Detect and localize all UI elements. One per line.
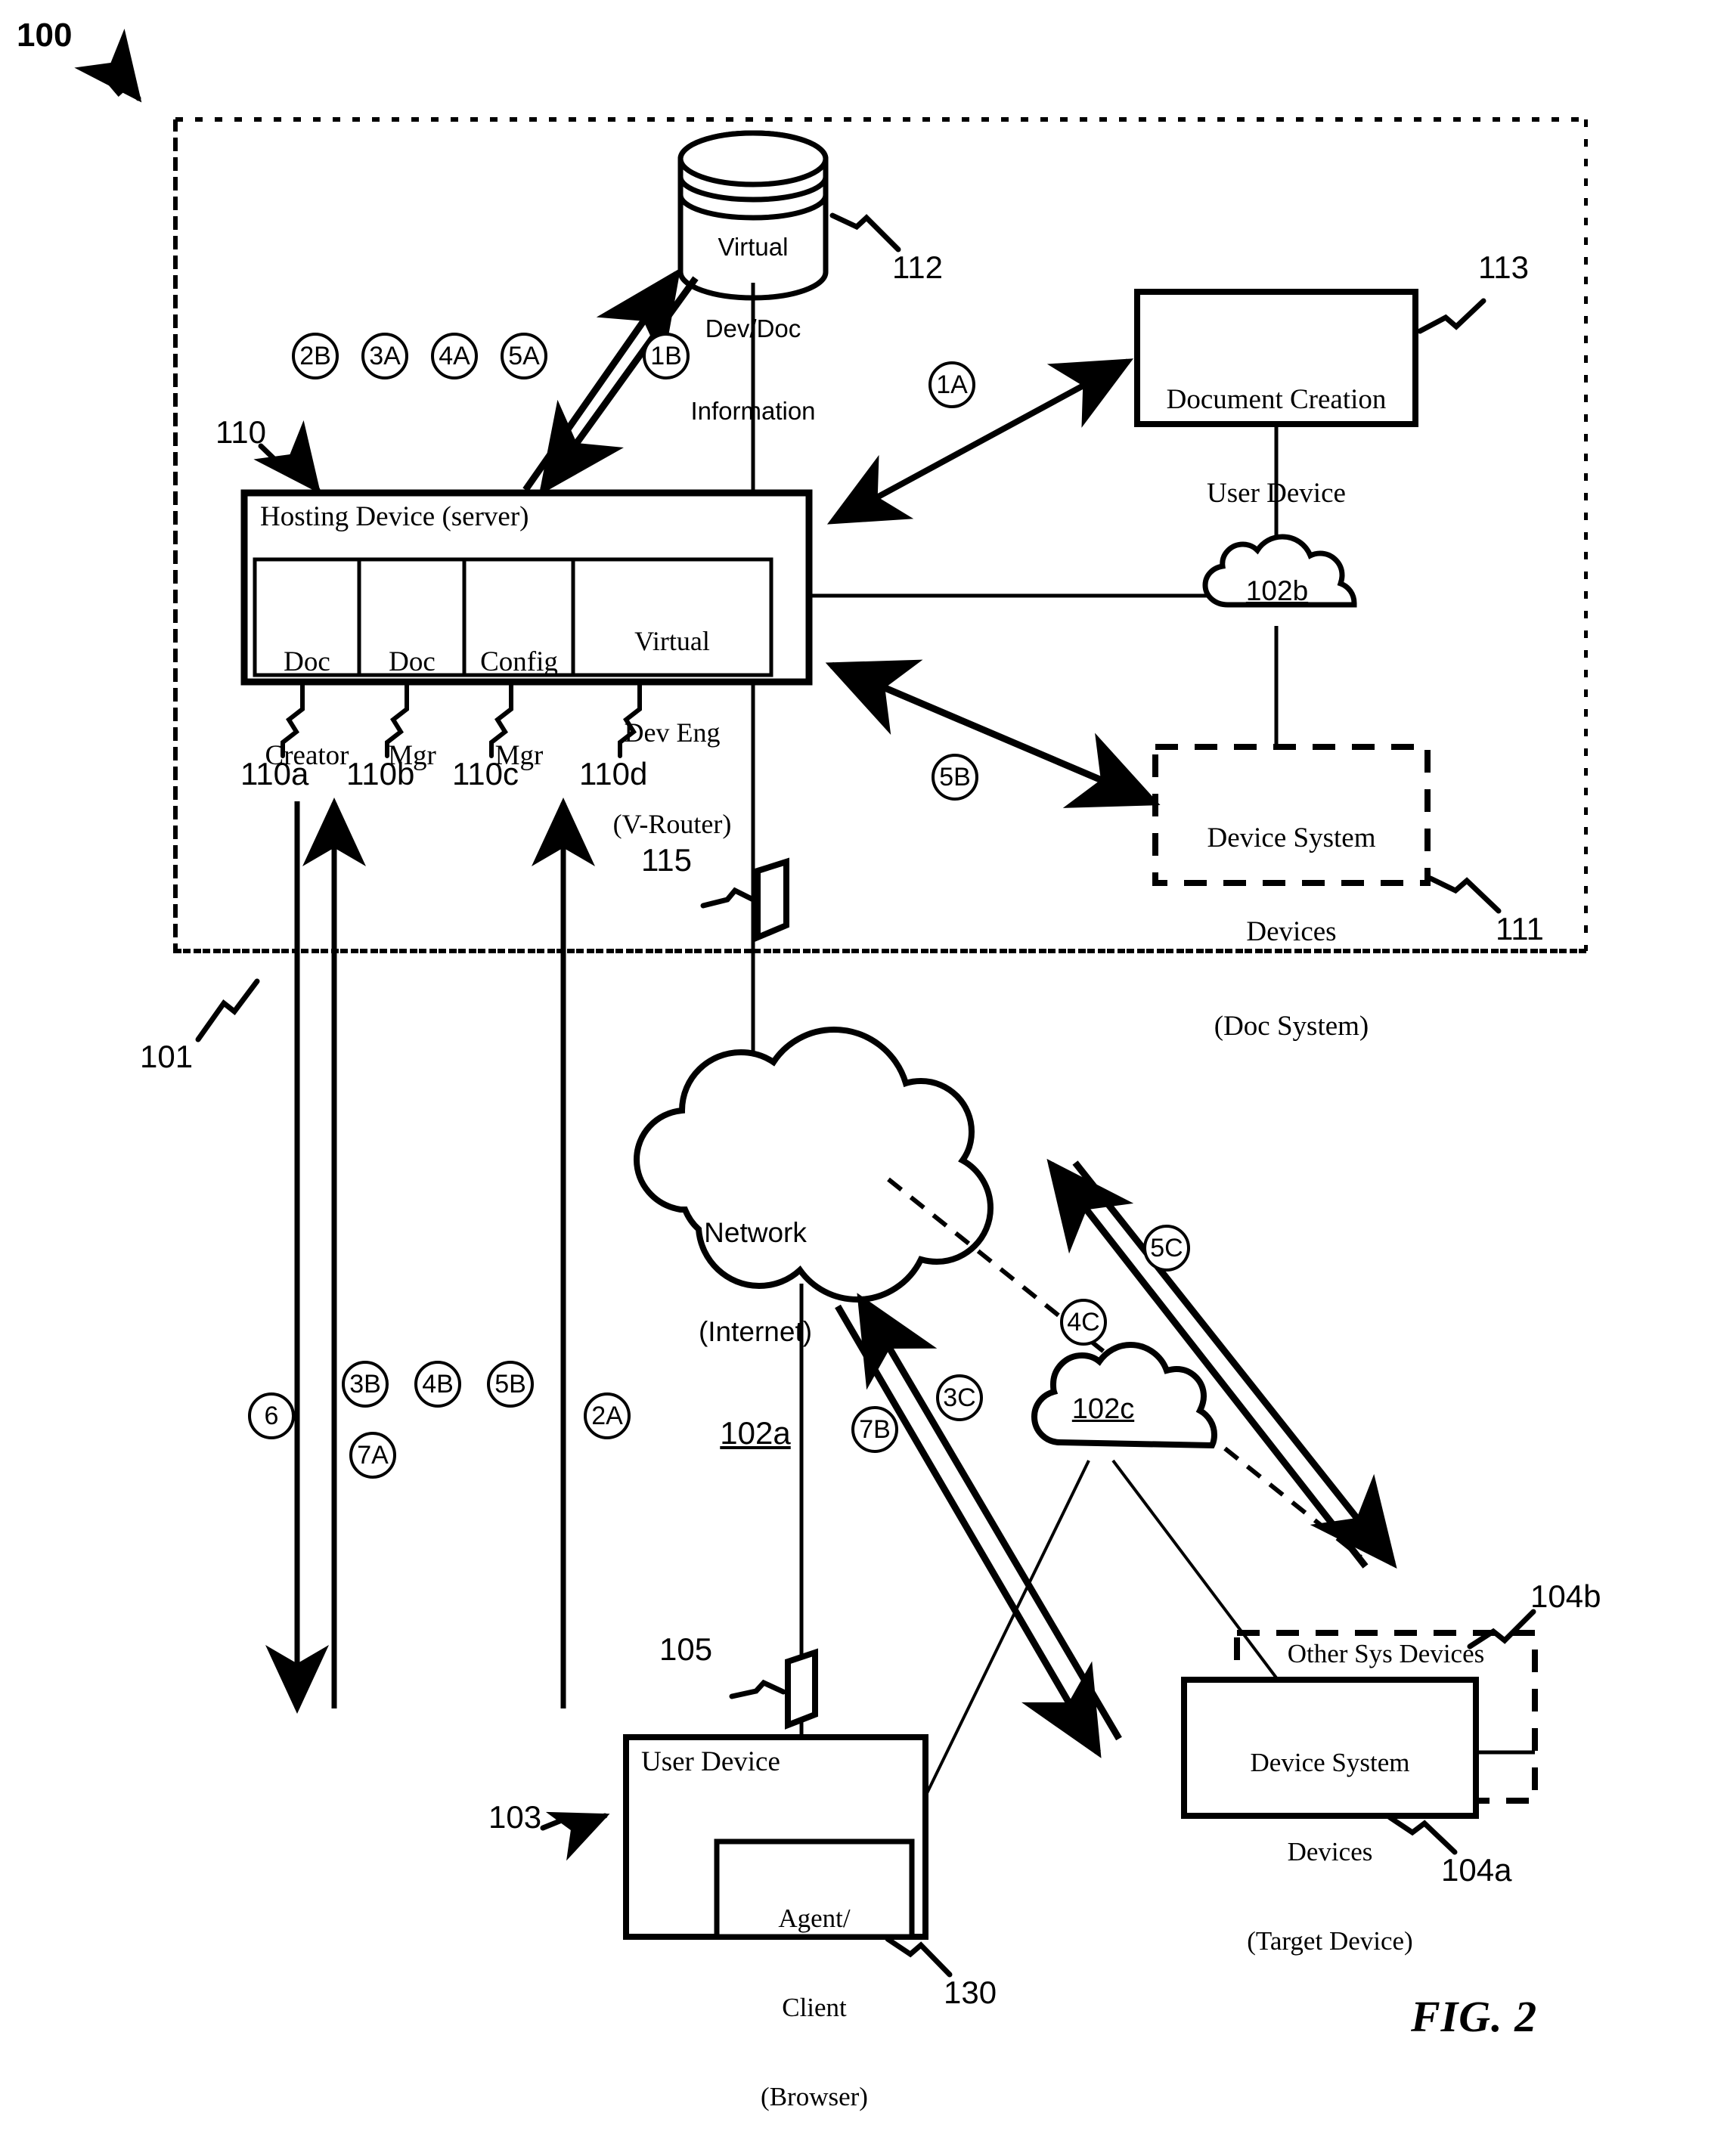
- other-sys-devices-ref-104b: 104b: [1530, 1578, 1601, 1614]
- system-ref-100: 100: [17, 17, 73, 54]
- step-circle-2b: 2B: [292, 333, 339, 379]
- leader-103: [540, 1811, 610, 1861]
- firewall-ref-105: 105: [659, 1631, 713, 1667]
- module-doc-mgr: Doc Mgr: [388, 646, 436, 772]
- module-ref-110c: 110c: [452, 756, 519, 791]
- module-ref-110a: 110a: [240, 756, 309, 791]
- arrow-5b-upper: [825, 659, 1161, 808]
- boundary-ref-101: 101: [140, 1039, 194, 1074]
- cloud-102c-label: 102c: [1071, 1393, 1135, 1425]
- module-doc-creator: Doc Creator: [265, 646, 349, 772]
- diagram-vector-layer: [74, 28, 1736, 1978]
- leader-105: [729, 1679, 786, 1699]
- step-circle-5c: 5C: [1143, 1225, 1190, 1272]
- agent-client-ref-130: 130: [944, 1975, 997, 2010]
- leader-110: [253, 420, 321, 494]
- step-circle-3a: 3A: [361, 333, 408, 379]
- user-device-title: User Device: [641, 1746, 780, 1777]
- step-circle-7b: 7B: [851, 1406, 898, 1453]
- step-circle-1a: 1A: [928, 361, 975, 408]
- step-circle-4a: 4A: [431, 333, 478, 379]
- firewall-105: [785, 1648, 818, 1730]
- figure-caption: FIG. 2: [1411, 1992, 1538, 2041]
- step-circle-4b: 4B: [414, 1361, 461, 1408]
- module-ref-110d: 110d: [579, 756, 648, 791]
- database-label: Virtual Dev/Doc Information: [690, 232, 816, 426]
- module-ref-110b: 110b: [346, 756, 415, 791]
- step-circle-1b: 1B: [643, 333, 690, 379]
- doc-creation-user-device-label: Document Creation User Device: [1166, 383, 1387, 510]
- leader-112: [829, 212, 901, 252]
- target-device-label: Device System Devices (Target Device): [1247, 1748, 1413, 1956]
- firewall-ref-115: 115: [641, 842, 692, 878]
- step-circle-5b-upper: 5B: [932, 754, 978, 801]
- doc-system-ref-111: 111: [1496, 911, 1544, 946]
- leader-113: [1417, 298, 1486, 334]
- leader-100: [74, 28, 142, 103]
- network-cloud-label: Network (Internet) 102a: [698, 1217, 813, 1451]
- doc-system-label: Device System Devices (Doc System): [1207, 822, 1376, 1042]
- arrow-1a: [826, 358, 1134, 525]
- step-circle-7a: 7A: [349, 1432, 396, 1479]
- user-device-ref-103: 103: [488, 1799, 542, 1835]
- database-ref-112: 112: [892, 249, 943, 285]
- hosting-device-title: Hosting Device (server): [260, 501, 529, 532]
- leader-111: [1428, 875, 1502, 914]
- agent-client-label: Agent/ Client (Browser): [761, 1904, 868, 2111]
- link-cloudc-userdevice: [925, 1460, 1090, 1794]
- module-config-mgr: Config Mgr: [480, 646, 558, 772]
- step-circle-3c: 3C: [936, 1374, 983, 1421]
- arrow-hosting-to-db: [522, 268, 681, 492]
- step-circle-6: 6: [248, 1392, 295, 1439]
- patent-figure-page: 100 101 Virtual Dev/Doc Information 112 …: [0, 0, 1736, 2156]
- leader-101: [195, 978, 260, 1042]
- other-sys-devices-label: Other Sys Devices: [1287, 1639, 1485, 1668]
- step-circle-4c: 4C: [1060, 1299, 1107, 1346]
- cloud-102b-label: 102b: [1245, 575, 1309, 606]
- arrow-db-to-hosting: [538, 276, 699, 496]
- hosting-device-ref-110: 110: [215, 414, 266, 450]
- step-circle-5b-lower: 5B: [487, 1361, 534, 1408]
- target-device-ref-104a: 104a: [1441, 1852, 1512, 1888]
- step-circle-3b: 3B: [342, 1361, 389, 1408]
- doc-creation-user-device-ref-113: 113: [1478, 249, 1529, 285]
- step-circle-5a: 5A: [501, 333, 547, 379]
- step-circle-2a: 2A: [584, 1392, 631, 1439]
